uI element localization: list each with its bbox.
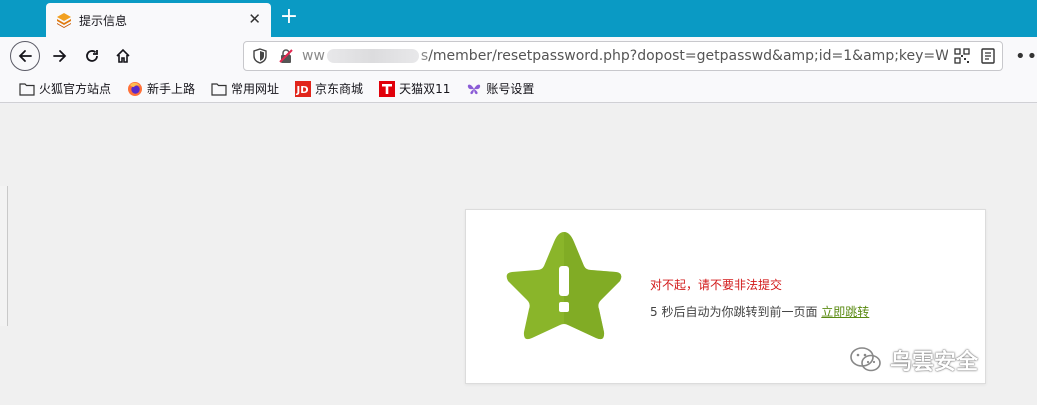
- url-host: ww s: [302, 48, 429, 64]
- folder-icon: [211, 81, 227, 97]
- bookmark-item[interactable]: 天猫双11: [379, 80, 450, 97]
- reload-icon: [86, 50, 98, 62]
- bookmark-item[interactable]: JD 京东商城: [295, 80, 363, 97]
- tab-current[interactable]: 提示信息 ✕: [46, 3, 271, 37]
- url-path: /member/resetpassword.php?dopost=getpass…: [428, 48, 977, 64]
- redacted-block: [326, 49, 419, 63]
- redirect-now-link[interactable]: 立即跳转: [821, 305, 869, 319]
- tab-strip: 提示信息 ✕ +: [0, 0, 1037, 37]
- insecure-lock-icon[interactable]: [278, 48, 294, 64]
- firefox-icon: [127, 81, 143, 97]
- tmall-icon: [379, 80, 396, 97]
- bookmarks-toolbar: 火狐官方站点 新手上路 常用网址 JD 京东商城 天猫双11 账号设置: [0, 75, 1037, 103]
- jd-icon: JD: [295, 80, 312, 97]
- bookmark-item[interactable]: 账号设置: [466, 80, 534, 97]
- stack-logo-icon: [57, 13, 71, 28]
- close-tab-icon[interactable]: ✕: [248, 11, 261, 27]
- home-icon: [116, 48, 130, 63]
- watermark: 乌雲安全: [850, 344, 978, 376]
- arrow-left-icon: [18, 50, 32, 62]
- watermark-text: 乌雲安全: [890, 350, 979, 375]
- reload-button[interactable]: [77, 41, 107, 71]
- overflow-menu-icon[interactable]: •••: [1015, 46, 1037, 67]
- back-button[interactable]: [10, 41, 40, 71]
- redirect-notice: 5 秒后自动为你跳转到前一页面 立即跳转: [650, 303, 869, 320]
- home-button[interactable]: [108, 41, 138, 71]
- bookmark-item[interactable]: 新手上路: [127, 80, 195, 97]
- error-message: 对不起，请不要非法提交: [650, 278, 783, 292]
- bookmark-item[interactable]: 火狐官方站点: [19, 80, 111, 97]
- redirect-text: 5 秒后自动为你跳转到前一页面: [650, 305, 818, 319]
- url-actions: [948, 48, 996, 64]
- arrow-right-icon: [53, 50, 67, 62]
- left-edge-panel: [0, 186, 8, 326]
- exclamation-star-icon: [506, 232, 622, 340]
- folder-icon: [19, 81, 35, 97]
- wechat-icon: [850, 347, 881, 372]
- forward-button[interactable]: [45, 41, 75, 71]
- shield-icon[interactable]: [252, 48, 268, 64]
- address-bar[interactable]: ww s /member/resetpassword.php?dopost=get…: [243, 41, 1003, 71]
- bookmark-item[interactable]: 常用网址: [211, 80, 279, 97]
- reader-view-icon[interactable]: [980, 48, 996, 64]
- butterfly-icon: [466, 81, 482, 97]
- qr-code-icon[interactable]: [954, 48, 970, 64]
- navigation-toolbar: ww s /member/resetpassword.php?dopost=get…: [0, 37, 1037, 75]
- svg-text:JD: JD: [296, 85, 309, 96]
- tab-title: 提示信息: [79, 13, 128, 28]
- new-tab-button[interactable]: +: [278, 6, 300, 30]
